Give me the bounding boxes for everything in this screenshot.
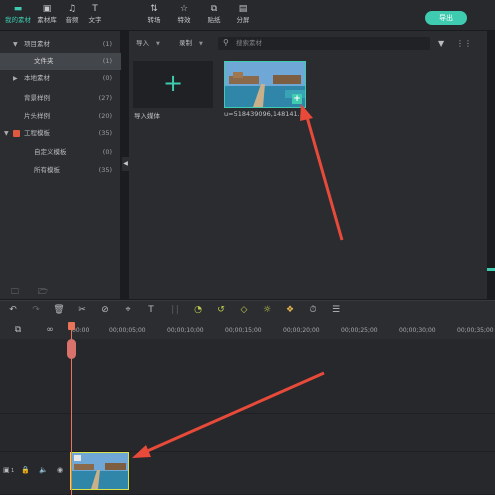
annotation-arrows	[132, 104, 344, 458]
annotation-arrow-media	[305, 116, 344, 241]
annotation-arrowhead-media	[300, 104, 313, 121]
annotation-arrowhead-timeline	[132, 445, 151, 458]
annotation-arrow-timeline	[144, 371, 325, 454]
